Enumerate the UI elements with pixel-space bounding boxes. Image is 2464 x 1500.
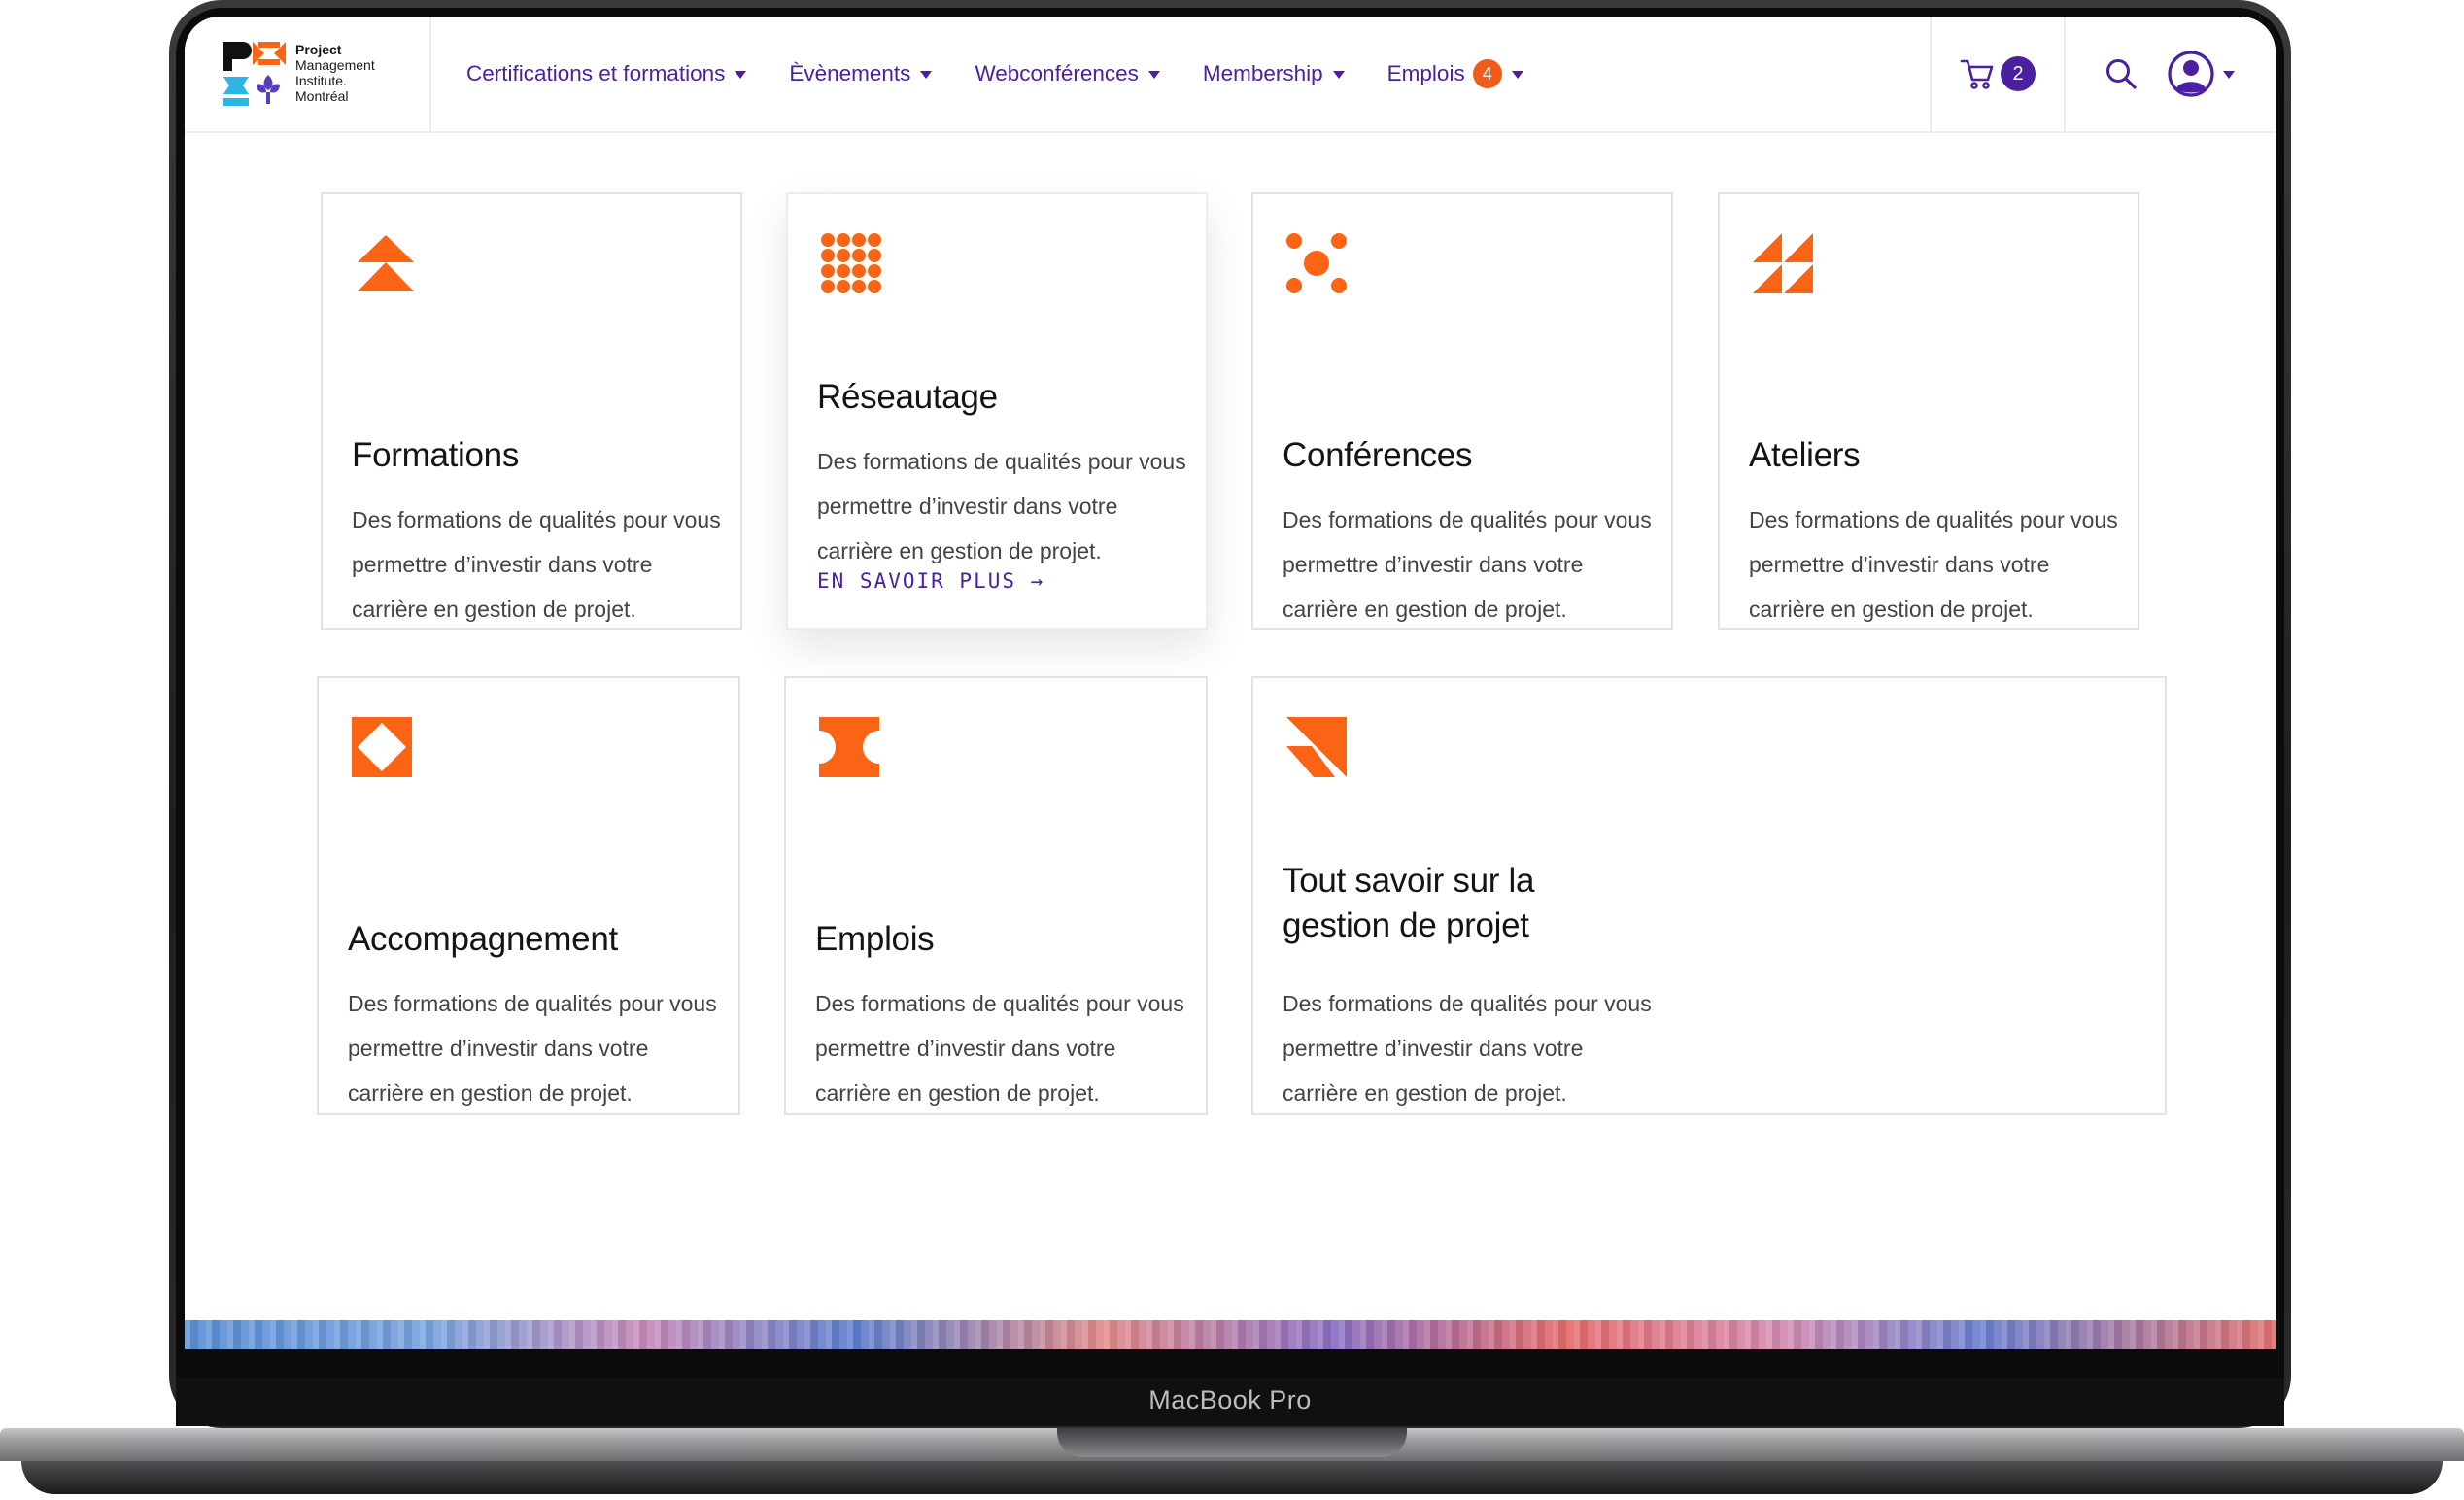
arrow-corner-icon [1286,717,1347,777]
nav-item-webconferences[interactable]: Webconférences [975,61,1160,86]
chevrons-up-icon [358,235,414,291]
laptop-notch [1057,1428,1407,1457]
chevron-down-icon [1511,71,1523,79]
card-title: Accompagnement [348,920,618,958]
dot-grid-icon [821,233,881,293]
card-description: Des formations de qualités pour vous per… [348,991,717,1106]
user-menu-button[interactable] [2167,46,2244,102]
pmi-logo-icon [223,42,286,106]
navbar: Project Management Institute. Montréal C… [185,17,2276,133]
notched-block-icon [819,717,879,777]
chevron-down-icon [1332,71,1345,79]
nav-item-certifications[interactable]: Certifications et formations [466,61,747,86]
cart-button[interactable]: 2 [1930,17,2066,131]
logo-text: Project Management Institute. Montréal [295,42,375,104]
card-formations[interactable]: Formations Des formations de qualités po… [321,192,742,630]
user-avatar-icon [2168,51,2214,97]
card-title: Conférences [1283,436,1473,474]
dots-cluster-icon [1286,233,1347,293]
card-ateliers[interactable]: Ateliers Des formations de qualités pour… [1718,192,2139,630]
card-description: Des formations de qualités pour vous per… [1749,507,2118,622]
card-description: Des formations de qualités pour vous per… [352,507,721,622]
nav-item-evenements[interactable]: Èvènements [789,61,933,86]
search-icon [2106,59,2137,89]
laptop-base [0,1428,2464,1500]
chevron-down-icon [1147,71,1160,79]
card-title: Réseautage [817,378,998,416]
cart-count-badge: 2 [2001,56,2036,91]
card-description: Des formations de qualités pour vous per… [817,449,1186,563]
screen: Project Management Institute. Montréal C… [185,17,2276,1349]
main-nav: Certifications et formations Èvènements … [466,17,1566,131]
card-description: Des formations de qualités pour vous per… [1283,991,1652,1106]
learn-more-link[interactable]: EN SAVOIR PLUS → [817,569,1044,593]
card-title: Emplois [815,920,935,958]
device-label: MacBook Pro [1148,1385,1312,1415]
triangles-icon [1753,233,1813,293]
search-button[interactable] [2101,53,2141,94]
card-reseautage[interactable]: Réseautage Des formations de qualités po… [786,192,1208,630]
card-accompagnement[interactable]: Accompagnement Des formations de qualité… [317,676,740,1115]
chevron-down-icon [920,71,933,79]
nav-item-emplois[interactable]: Emplois 4 [1387,59,1523,88]
card-title: Ateliers [1749,436,1861,474]
logo[interactable]: Project Management Institute. Montréal [185,17,431,131]
card-emplois[interactable]: Emplois Des formations de qualités pour … [784,676,1208,1115]
emplois-count-badge: 4 [1472,59,1502,88]
diamond-square-icon [352,717,412,777]
cart-icon [1960,59,1994,89]
nav-item-membership[interactable]: Membership [1203,61,1345,86]
card-tout-savoir[interactable]: Tout savoir sur la gestion de projet Des… [1251,676,2167,1115]
card-conferences[interactable]: Conférences Des formations de qualités p… [1251,192,1673,630]
laptop-chin: MacBook Pro [176,1378,2284,1426]
chevron-down-icon [2223,71,2235,79]
card-title: Formations [352,436,520,474]
chevron-down-icon [735,71,747,79]
card-description: Des formations de qualités pour vous per… [815,991,1184,1106]
card-description: Des formations de qualités pour vous per… [1283,507,1652,622]
card-title: Tout savoir sur la gestion de projet [1283,862,1535,944]
